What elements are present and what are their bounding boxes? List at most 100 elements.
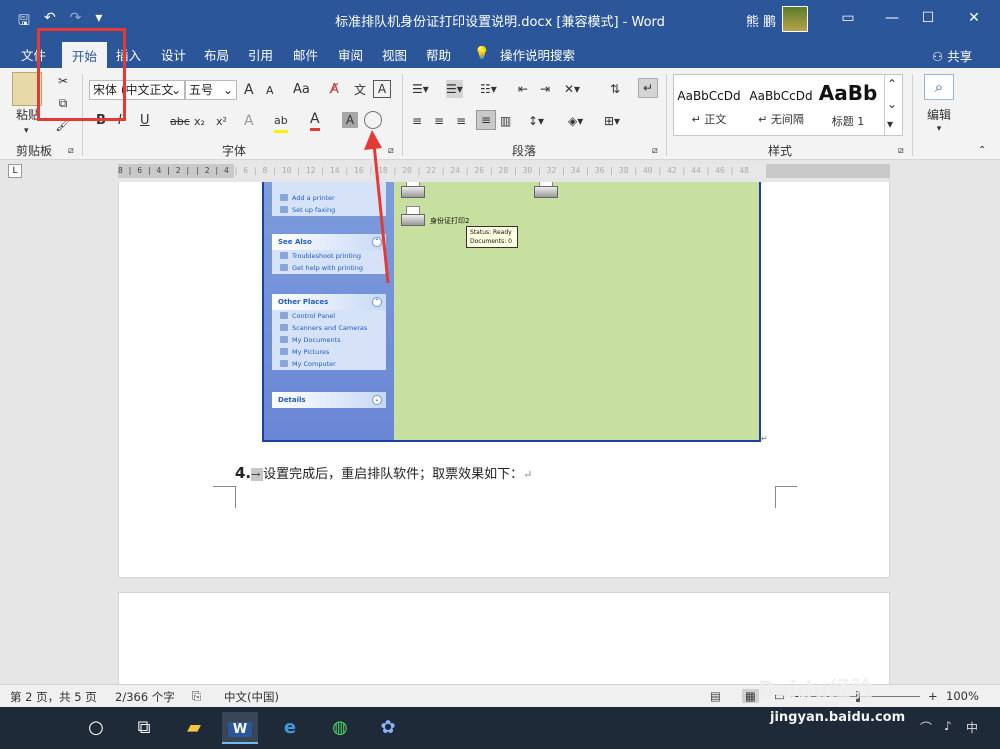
step-text: 设置完成后，重启排队软件；取票效果如下： (263, 467, 524, 482)
justify-icon[interactable]: ≡ (476, 110, 496, 130)
styles-launcher-icon[interactable]: ⧄ (898, 142, 904, 160)
show-marks-icon[interactable]: ↵ (638, 78, 658, 98)
page[interactable]: Add a printer Set up faxing See Also ⌃ Tr… (118, 182, 890, 578)
line-spacing-icon[interactable]: ↕▾ (528, 112, 544, 130)
document-area[interactable]: Add a printer Set up faxing See Also ⌃ Tr… (0, 182, 1000, 684)
style-heading-1[interactable]: AaBb 标题 1 (818, 79, 878, 133)
highlight-icon[interactable]: ab (274, 112, 288, 133)
page[interactable] (118, 592, 890, 684)
printer-icon (401, 206, 425, 228)
divider (402, 74, 403, 156)
margin-mark (213, 486, 235, 508)
close-icon[interactable]: ✕ (964, 8, 984, 28)
underline-icon[interactable]: U (140, 112, 150, 130)
language-indicator[interactable]: 中文(中国) (224, 689, 279, 705)
page-indicator[interactable]: 第 2 页，共 5 页 (10, 689, 97, 705)
ribbon-tabs: 文件 开始 插入 设计 布局 引用 邮件 审阅 视图 帮助 💡 操作说明搜索 ⚇… (0, 38, 1000, 71)
font-group-label: 字体 (222, 144, 247, 158)
read-mode-icon[interactable]: ▤ (710, 689, 721, 703)
style-no-spacing[interactable]: AaBbCcDd ↵ 无间隔 (746, 79, 816, 133)
collapse-ribbon-icon[interactable]: ⌃ (978, 142, 986, 160)
shading-icon[interactable]: ◈▾ (568, 112, 583, 130)
align-left-icon[interactable]: ≡ (412, 112, 422, 130)
tab-design[interactable]: 设计 (161, 45, 186, 64)
task-item: My Documents (272, 334, 386, 346)
zoom-in-icon[interactable]: + (928, 689, 938, 703)
ruler-text-area (234, 164, 766, 178)
embedded-screenshot: Add a printer Set up faxing See Also ⌃ Tr… (262, 182, 761, 442)
step-paragraph[interactable]: 4.→ 设置完成后，重启排队软件；取票效果如下：↵ (235, 463, 532, 482)
paste-dropdown-icon[interactable]: ▾ (24, 122, 29, 140)
print-layout-icon[interactable]: ▦ (742, 689, 759, 703)
tab-help[interactable]: 帮助 (426, 45, 451, 64)
word-icon[interactable]: W (222, 712, 258, 744)
char-border-icon[interactable]: A (373, 80, 391, 98)
share-button[interactable]: ⚇ 共享 (932, 46, 972, 65)
multilevel-list-icon[interactable]: ☷▾ (480, 80, 497, 98)
ime-icon[interactable]: 中 (966, 719, 978, 736)
distributed-icon[interactable]: ▥ (500, 112, 511, 130)
numbering-icon[interactable]: ☰▾ (446, 80, 463, 98)
minimize-icon[interactable]: — (882, 8, 902, 28)
superscript-icon[interactable]: x² (216, 113, 227, 131)
paragraph-launcher-icon[interactable]: ⧄ (652, 142, 658, 160)
more-icon[interactable]: ▾ (887, 115, 893, 133)
styles-group-label: 样式 (768, 144, 793, 158)
enclose-char-icon[interactable] (364, 111, 382, 129)
tab-review[interactable]: 审阅 (338, 45, 363, 64)
chinese-layout-icon[interactable]: ✕▾ (564, 80, 580, 98)
file-explorer-icon[interactable]: ▰ (176, 712, 212, 744)
edge-icon[interactable]: e (272, 712, 308, 744)
tab-selector[interactable]: L (8, 164, 22, 178)
style-normal[interactable]: AaBbCcDd ↵ 正文 (674, 79, 744, 133)
font-size-combo[interactable]: 五号 ⌄ (185, 80, 237, 100)
align-right-icon[interactable]: ≡ (456, 112, 466, 130)
network-icon[interactable]: ⌒ (920, 719, 932, 736)
search-icon[interactable]: ⌕ (924, 74, 954, 100)
align-center-icon[interactable]: ≡ (434, 112, 444, 130)
step-number: 4. (235, 464, 252, 482)
increase-indent-icon[interactable]: ⇥ (540, 80, 550, 98)
tab-mailings[interactable]: 邮件 (293, 45, 318, 64)
text-effects-icon[interactable]: A (244, 112, 254, 130)
chevron-up-icon[interactable]: ⌃ (887, 75, 897, 93)
tab-view[interactable]: 视图 (382, 45, 407, 64)
start-icon[interactable]: ○ (78, 712, 114, 744)
strikethrough-icon[interactable]: abc (170, 113, 190, 131)
other-places-panel: Other Places ⌃ Control Panel Scanners and… (272, 294, 386, 370)
grow-font-icon[interactable]: A (244, 81, 254, 99)
ribbon-display-icon[interactable]: ▭ (838, 8, 858, 28)
volume-icon[interactable]: ♪ (944, 719, 952, 733)
clear-format-icon[interactable]: A̸ (330, 81, 339, 99)
clipboard-launcher-icon[interactable]: ⧄ (68, 142, 74, 160)
borders-icon[interactable]: ⊞▾ (604, 112, 620, 130)
proofing-icon[interactable]: ⎘ (192, 689, 201, 704)
chevron-up-icon: ⌃ (372, 297, 382, 307)
tell-me-search[interactable]: 操作说明搜索 (500, 45, 575, 64)
maximize-icon[interactable]: ☐ (918, 8, 938, 28)
editing-dropdown-icon[interactable]: ▾ (924, 120, 954, 138)
subscript-icon[interactable]: x₂ (194, 113, 205, 131)
task-view-icon[interactable]: ⧉ (126, 712, 162, 744)
avatar[interactable] (782, 6, 808, 32)
wechat-icon[interactable]: ◍ (322, 712, 358, 744)
sort-icon[interactable]: ⇅ (610, 80, 620, 98)
margin-mark (775, 486, 797, 508)
shrink-font-icon[interactable]: A (266, 82, 274, 100)
styles-scroll[interactable]: ⌃ ⌄ ▾ (884, 75, 902, 135)
word-count[interactable]: 2/366 个字 (115, 689, 175, 705)
tab-references[interactable]: 引用 (248, 45, 273, 64)
char-shading-icon[interactable]: A (342, 112, 358, 128)
chevron-down-icon[interactable]: ⌄ (887, 95, 897, 113)
styles-gallery: AaBbCcDd ↵ 正文 AaBbCcDd ↵ 无间隔 AaBb 标题 1 ⌃… (673, 74, 903, 136)
zoom-level[interactable]: 100% (946, 689, 979, 703)
baidu-netdisk-icon[interactable]: ✿ (370, 712, 406, 744)
tab-layout[interactable]: 布局 (204, 45, 229, 64)
change-case-icon[interactable]: Aa (293, 81, 310, 99)
tab-mark: → (251, 468, 264, 481)
bullets-icon[interactable]: ☰▾ (412, 80, 429, 98)
decrease-indent-icon[interactable]: ⇤ (518, 80, 528, 98)
user-name[interactable]: 熊 鹏 (746, 11, 776, 30)
phonetic-guide-icon[interactable]: 文 (354, 81, 366, 99)
font-color-icon[interactable]: A (310, 110, 320, 131)
